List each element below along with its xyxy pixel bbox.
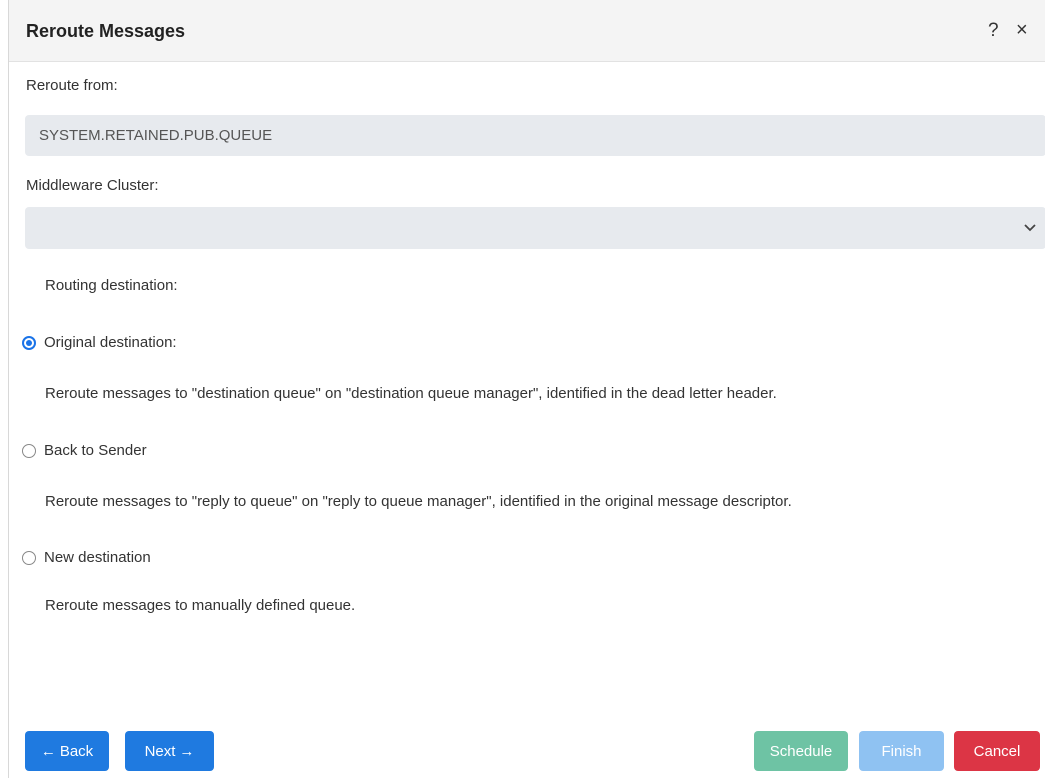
radio-label-back-to-sender: Back to Sender xyxy=(44,442,147,459)
back-button[interactable]: ← Back xyxy=(25,731,109,771)
reroute-messages-dialog: Reroute Messages ? × Reroute from: SYSTE… xyxy=(8,0,1045,778)
radio-button-checked[interactable] xyxy=(22,335,36,350)
radio-back-to-sender[interactable]: Back to Sender xyxy=(22,442,147,459)
radio-button[interactable] xyxy=(22,443,36,458)
reroute-from-field: SYSTEM.RETAINED.PUB.QUEUE xyxy=(25,115,1045,156)
finish-button[interactable]: Finish xyxy=(859,731,944,771)
next-button[interactable]: Next → xyxy=(125,731,214,771)
reroute-from-label: Reroute from: xyxy=(26,77,118,94)
radio-original-destination[interactable]: Original destination: xyxy=(22,334,177,351)
arrow-right-icon: → xyxy=(179,742,195,760)
help-icon[interactable]: ? xyxy=(988,20,999,42)
routing-destination-label: Routing destination: xyxy=(45,277,178,294)
middleware-cluster-select[interactable] xyxy=(25,207,1045,249)
schedule-button[interactable]: Schedule xyxy=(754,731,848,771)
close-icon[interactable]: × xyxy=(1016,19,1028,42)
new-destination-description: Reroute messages to manually defined que… xyxy=(45,597,356,614)
cancel-button[interactable]: Cancel xyxy=(954,731,1040,771)
middleware-cluster-label: Middleware Cluster: xyxy=(26,177,159,194)
radio-label-original-destination: Original destination: xyxy=(44,334,177,351)
original-destination-description: Reroute messages to "destination queue" … xyxy=(45,385,777,402)
back-button-label: Back xyxy=(59,742,94,760)
next-button-label: Next xyxy=(144,742,176,760)
arrow-left-icon: ← xyxy=(40,742,56,760)
dialog-title: Reroute Messages xyxy=(26,21,186,41)
radio-button[interactable] xyxy=(22,550,36,565)
chevron-down-icon xyxy=(1024,224,1036,232)
back-to-sender-description: Reroute messages to "reply to queue" on … xyxy=(45,493,792,510)
radio-new-destination[interactable]: New destination xyxy=(22,549,151,566)
radio-label-new-destination: New destination xyxy=(44,549,151,566)
dialog-titlebar: Reroute Messages ? × xyxy=(9,0,1045,62)
